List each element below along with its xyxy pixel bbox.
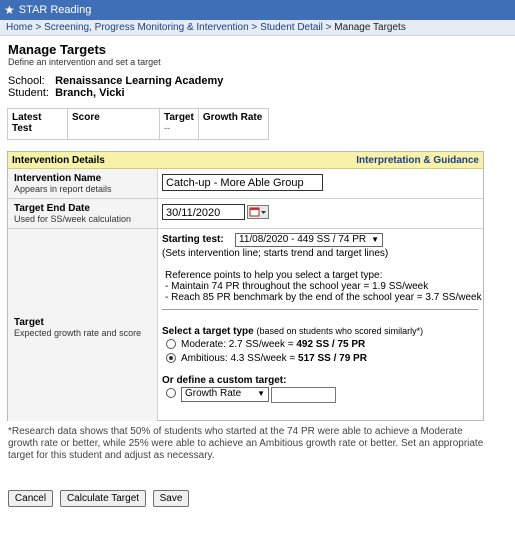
ambitious-option-label[interactable]: Ambitious: 4.3 SS/week = 517 SS / 79 PR xyxy=(181,353,367,364)
calendar-icon xyxy=(249,207,266,217)
custom-target-type-value: Growth Rate xyxy=(185,388,242,399)
starting-test-value: 11/08/2020 - 449 SS / 74 PR xyxy=(239,234,367,245)
save-button[interactable]: Save xyxy=(153,490,189,507)
calculate-target-button[interactable]: Calculate Target xyxy=(60,490,146,507)
latest-test-header: Latest Test xyxy=(7,108,68,140)
page-subtitle: Define an intervention and set a target xyxy=(8,57,161,67)
calendar-picker-button[interactable] xyxy=(247,205,269,219)
custom-target-input[interactable] xyxy=(271,387,336,403)
reference-point-2: - Reach 85 PR benchmark by the end of th… xyxy=(165,292,482,303)
breadcrumb-student-detail[interactable]: Student Detail xyxy=(260,22,323,33)
school-info: School: Renaissance Learning Academy xyxy=(8,75,223,87)
panel-title: Intervention Details xyxy=(12,154,105,166)
target-row: Target Expected growth rate and score St… xyxy=(8,229,483,421)
starting-test-label: Starting test: xyxy=(162,234,224,245)
end-date-input[interactable]: 30/11/2020 xyxy=(162,204,245,220)
growth-rate-header: Growth Rate xyxy=(197,108,270,140)
student-label: Student: xyxy=(8,87,49,99)
star-icon: ★ xyxy=(4,3,15,17)
breadcrumb: Home > Screening, Progress Monitoring & … xyxy=(0,20,515,36)
custom-target-heading: Or define a custom target: xyxy=(162,375,287,386)
panel-header: Intervention Details Interpretation & Gu… xyxy=(8,152,483,169)
target-settings-cell: Starting test: 11/08/2020 - 449 SS / 74 … xyxy=(162,229,483,421)
target-value: -- xyxy=(164,123,170,133)
school-label: School: xyxy=(8,75,45,87)
app-title: STAR Reading xyxy=(18,4,92,16)
target-label: Target xyxy=(14,317,44,328)
moderate-radio[interactable] xyxy=(166,339,176,349)
reference-point-1: - Maintain 74 PR throughout the school y… xyxy=(165,281,429,292)
chevron-down-icon: ▼ xyxy=(371,235,379,244)
cancel-button[interactable]: Cancel xyxy=(8,490,53,507)
reference-intro: Reference points to help you select a ta… xyxy=(165,270,383,281)
breadcrumb-screening[interactable]: Screening, Progress Monitoring & Interve… xyxy=(44,22,249,33)
section-divider xyxy=(162,309,478,310)
student-name: Branch, Vicki xyxy=(55,87,125,99)
end-date-input-cell: 30/11/2020 xyxy=(162,199,483,228)
chevron-down-icon: ▼ xyxy=(257,389,265,398)
intervention-name-row: Intervention Name Appears in report deta… xyxy=(8,169,483,199)
target-label-cell: Target Expected growth rate and score xyxy=(8,229,158,421)
custom-target-radio[interactable] xyxy=(166,388,176,398)
intervention-name-label-cell: Intervention Name Appears in report deta… xyxy=(8,169,158,198)
ambitious-radio[interactable] xyxy=(166,353,176,363)
select-target-heading: Select a target type (based on students … xyxy=(162,326,424,337)
test-summary-table: Latest Test Score Target -- Growth Rate xyxy=(7,108,270,140)
end-date-label: Target End Date xyxy=(14,203,90,214)
school-name: Renaissance Learning Academy xyxy=(55,75,224,87)
research-footnote: *Research data shows that 50% of student… xyxy=(8,426,484,461)
custom-target-type-select[interactable]: Growth Rate ▼ xyxy=(181,387,269,402)
starting-test-note: (Sets intervention line; starts trend an… xyxy=(162,248,389,259)
end-date-row: Target End Date Used for SS/week calcula… xyxy=(8,199,483,229)
intervention-name-input-cell: Catch-up - More Able Group xyxy=(162,169,483,198)
moderate-option-label[interactable]: Moderate: 2.7 SS/week = 492 SS / 75 PR xyxy=(181,339,365,350)
breadcrumb-separator: > xyxy=(32,22,45,33)
end-date-desc: Used for SS/week calculation xyxy=(14,214,132,224)
breadcrumb-separator: > xyxy=(322,22,335,33)
breadcrumb-current: Manage Targets xyxy=(334,22,406,33)
intervention-name-input[interactable]: Catch-up - More Able Group xyxy=(162,174,323,191)
breadcrumb-home[interactable]: Home xyxy=(6,22,33,33)
target-header: Target -- xyxy=(159,108,199,140)
intervention-details-panel: Intervention Details Interpretation & Gu… xyxy=(7,151,484,421)
target-desc: Expected growth rate and score xyxy=(14,328,142,338)
intervention-name-label: Intervention Name xyxy=(14,173,102,184)
app-title-bar: ★ STAR Reading xyxy=(0,0,515,20)
starting-test-select[interactable]: 11/08/2020 - 449 SS / 74 PR ▼ xyxy=(235,233,383,247)
intervention-name-desc: Appears in report details xyxy=(14,184,112,194)
student-info: Student: Branch, Vicki xyxy=(8,87,125,99)
page-title: Manage Targets xyxy=(8,42,107,57)
score-header: Score xyxy=(67,108,160,140)
end-date-label-cell: Target End Date Used for SS/week calcula… xyxy=(8,199,158,228)
interpretation-guidance-link[interactable]: Interpretation & Guidance xyxy=(356,155,479,166)
breadcrumb-separator: > xyxy=(248,22,261,33)
